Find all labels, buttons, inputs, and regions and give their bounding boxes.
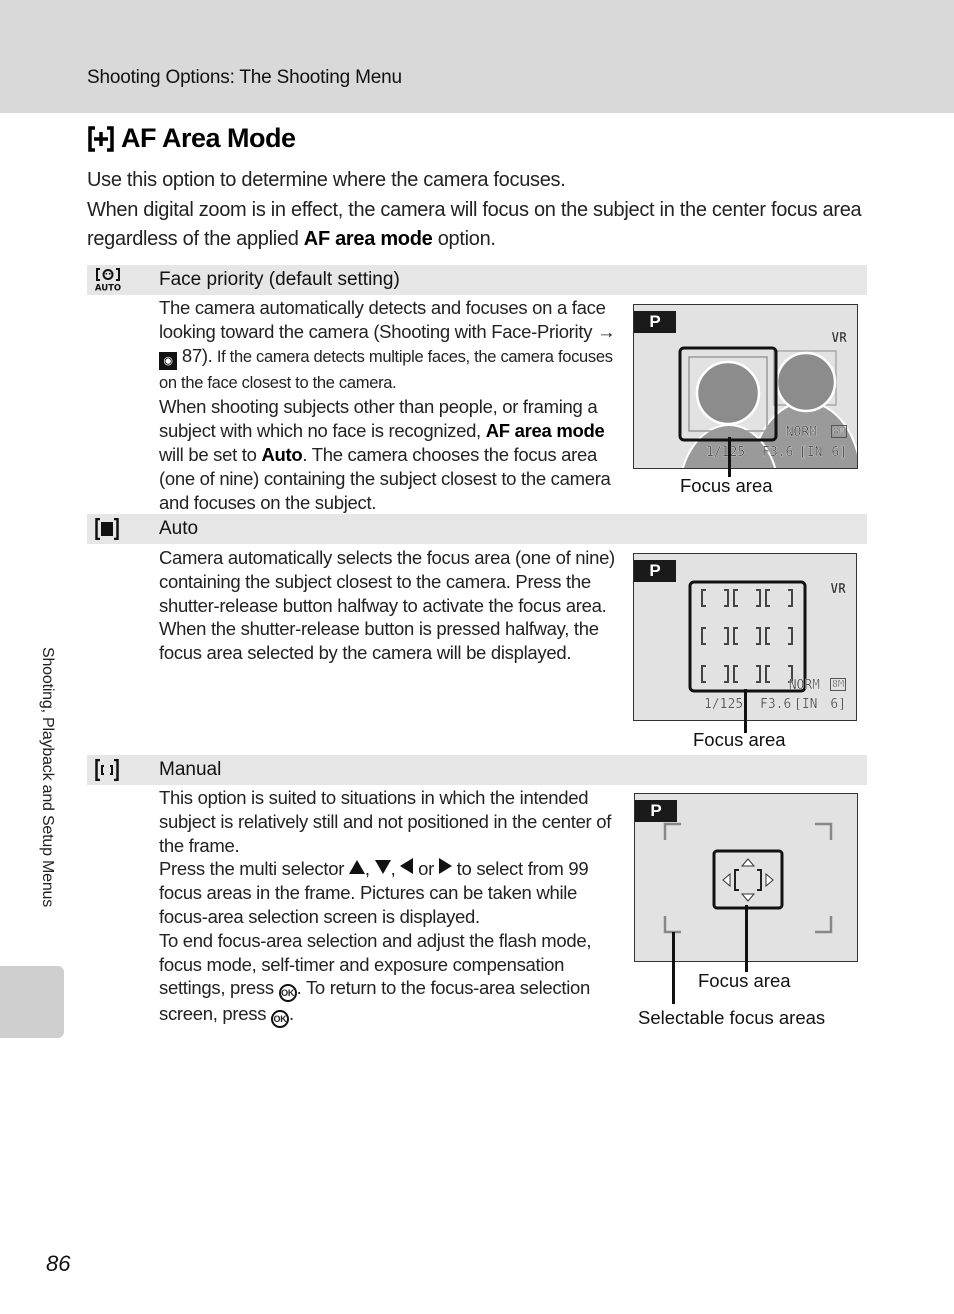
selectable-area-corners bbox=[663, 822, 833, 934]
shots-remaining: 6] bbox=[830, 697, 846, 712]
page-number: 86 bbox=[46, 1251, 71, 1276]
callout-focus-area: Focus area bbox=[680, 475, 773, 496]
focus-area-cell-0-1 bbox=[733, 589, 761, 607]
auto-area-icon bbox=[87, 518, 159, 540]
manual-paragraph-1: This option is suited to situations in w… bbox=[159, 787, 612, 856]
option-header-face-priority: AUTO Face priority (default setting) bbox=[87, 265, 867, 295]
focus-area-cell-2-0 bbox=[701, 665, 729, 683]
callout-line-selectable-areas bbox=[672, 932, 675, 1004]
aperture: F3.6 bbox=[762, 445, 794, 460]
focus-area-cell-1-1 bbox=[733, 627, 761, 645]
intro-text: Use this option to determine where the c… bbox=[87, 166, 867, 255]
direction-arrows bbox=[722, 858, 774, 902]
memory-indicator: [IN bbox=[799, 445, 823, 460]
ok-button-icon: OK bbox=[278, 984, 297, 1003]
auto-paragraph: Camera automatically selects the focus a… bbox=[159, 547, 615, 664]
option-header-auto: Auto bbox=[87, 514, 867, 544]
arrow-down bbox=[740, 893, 756, 902]
bold-af-area-mode: AF area mode bbox=[485, 420, 605, 442]
section-title: Shooting Options: The Shooting Menu bbox=[87, 67, 402, 88]
arrow-right bbox=[765, 872, 774, 888]
shutter-speed: 1/125 bbox=[704, 697, 744, 712]
face-priority-paragraph-2: When shooting subjects other than people… bbox=[159, 395, 629, 514]
header-band: Shooting Options: The Shooting Menu bbox=[0, 0, 954, 113]
separator: , bbox=[364, 858, 375, 880]
right-arrow-icon bbox=[438, 858, 452, 875]
text-span: The camera automatically detects and foc… bbox=[159, 297, 606, 342]
up-arrow-icon bbox=[348, 860, 365, 875]
page-title: AF Area Mode bbox=[87, 123, 296, 154]
focus-area-cell-2-1 bbox=[733, 665, 761, 683]
vr-indicator: VR bbox=[831, 331, 847, 346]
separator: , bbox=[390, 858, 401, 880]
corner-top-left bbox=[663, 822, 681, 840]
intro-line-2-end: option. bbox=[432, 228, 496, 250]
callout-line-focus-area bbox=[728, 437, 731, 477]
option-label-face-priority: Face priority (default setting) bbox=[159, 269, 400, 290]
option-label-auto: Auto bbox=[159, 518, 199, 539]
focus-area-cell-1-2 bbox=[765, 627, 793, 645]
page-reference: 87). bbox=[181, 344, 213, 366]
intro-line-1: Use this option to determine where the c… bbox=[87, 169, 566, 191]
ok-button-icon: OK bbox=[271, 1010, 289, 1029]
image-quality: NORM bbox=[788, 678, 821, 693]
af-area-mode-icon bbox=[87, 125, 115, 152]
shutter-speed: 1/125 bbox=[706, 445, 746, 460]
svg-text:AUTO: AUTO bbox=[95, 284, 121, 293]
intro-bold-af-area-mode: AF area mode bbox=[303, 228, 433, 250]
vr-indicator: VR bbox=[830, 582, 846, 597]
corner-top-right bbox=[815, 822, 833, 840]
callout-focus-area: Focus area bbox=[698, 970, 791, 991]
text-span: . bbox=[289, 1003, 294, 1025]
separator: or bbox=[413, 858, 439, 880]
text-span-small: If the camera detects multiple faces, th… bbox=[159, 347, 613, 392]
face-priority-icon: AUTO bbox=[87, 268, 159, 292]
arrow-symbol: → bbox=[596, 320, 616, 342]
manual-paragraph-3: To end focus-area selection and adjust t… bbox=[159, 929, 629, 1029]
intro-line-2: When digital zoom is in effect, the came… bbox=[87, 196, 867, 255]
option-body-auto: Camera automatically selects the focus a… bbox=[159, 546, 629, 665]
shots-remaining: 6] bbox=[831, 445, 847, 460]
focus-area-cell-1-0 bbox=[701, 627, 729, 645]
camera-screen-face-priority: P VR NORM 8M 1/125 F3.6 [IN 6] bbox=[633, 304, 858, 469]
face-left bbox=[695, 360, 761, 426]
left-arrow-icon bbox=[400, 858, 414, 875]
image-size: 8M bbox=[829, 678, 846, 691]
center-focus-bracket bbox=[734, 869, 762, 891]
corner-bottom-right bbox=[815, 916, 833, 934]
side-tab-marker bbox=[0, 966, 64, 1038]
side-tab-label: Shooting, Playback and Setup Menus bbox=[39, 647, 56, 908]
image-quality: NORM bbox=[785, 425, 818, 440]
callout-line-focus-area bbox=[744, 689, 747, 733]
corner-bottom-left bbox=[663, 916, 681, 934]
focus-frame bbox=[688, 580, 807, 693]
arrow-up bbox=[740, 858, 756, 867]
option-label-manual: Manual bbox=[159, 759, 222, 780]
down-arrow-icon bbox=[374, 860, 391, 875]
reference-icon: ◉ bbox=[159, 351, 177, 370]
callout-selectable-focus-areas: Selectable focus areas bbox=[638, 1007, 826, 1028]
focus-area-cell-0-0 bbox=[701, 589, 729, 607]
face-right bbox=[775, 351, 837, 413]
aperture: F3.6 bbox=[760, 697, 792, 712]
text-span: will be set to bbox=[159, 443, 262, 465]
memory-indicator: [IN bbox=[794, 697, 818, 712]
callout-line-focus-area bbox=[745, 905, 748, 972]
text-span: Press the multi selector bbox=[159, 858, 349, 880]
arrow-left bbox=[722, 872, 731, 888]
focus-area-cell-0-2 bbox=[765, 589, 793, 607]
page-title-text: AF Area Mode bbox=[121, 123, 296, 153]
manual-area-icon bbox=[87, 759, 159, 781]
manual-paragraph-2: Press the multi selector , , or to selec… bbox=[159, 857, 629, 928]
option-header-manual: Manual bbox=[87, 755, 867, 785]
option-body-manual: This option is suited to situations in w… bbox=[159, 786, 629, 1029]
face-priority-paragraph-1: The camera automatically detects and foc… bbox=[159, 296, 629, 395]
bold-auto: Auto bbox=[261, 443, 303, 465]
callout-focus-area: Focus area bbox=[693, 729, 786, 750]
image-size: 8M bbox=[830, 425, 847, 438]
option-body-face-priority: The camera automatically detects and foc… bbox=[159, 296, 629, 514]
face-illustration bbox=[678, 346, 857, 468]
